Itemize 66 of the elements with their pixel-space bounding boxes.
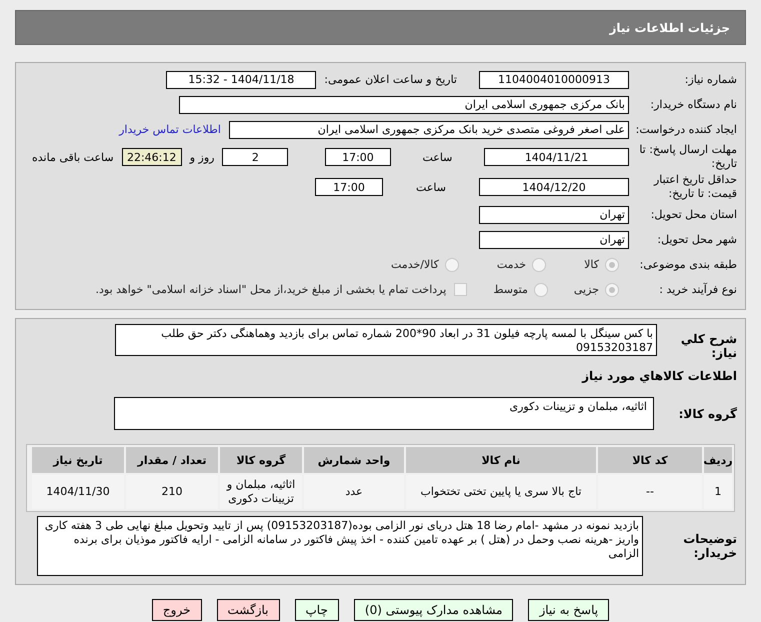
radio-label: متوسط (493, 283, 528, 296)
field-label: مهلت ارسال پاسخ: تا تاریخ: (638, 143, 737, 171)
field-label: روز و (188, 150, 216, 164)
radio-button[interactable] (532, 258, 546, 272)
field-label: شماره نیاز: (684, 72, 737, 86)
field-label: گروه کالا: (678, 406, 737, 420)
table-cell: تاج بالا سری یا پایین تختی تختخواب (406, 475, 596, 509)
location-field[interactable]: تهران (479, 206, 629, 224)
table-cell: 1 (704, 475, 732, 509)
column-header: ردیف (704, 447, 732, 473)
field-label: استان محل تحویل: (650, 208, 737, 222)
action-button[interactable]: خروج (152, 599, 202, 621)
radio-label: خدمت (496, 258, 526, 271)
field-label: تاریخ و ساعت اعلان عمومی: (323, 73, 458, 86)
location-field[interactable]: تهران (479, 230, 629, 248)
buyer-notes-field[interactable]: بازدید نمونه در مشهد -امام رضا 18 هتل دریای نور الزامی بوده(09153203187) پس از تایید وتحویل مبلغ نهایی طی 3 هفته کاری واریز -هرینه نصب وحمل در (هتل ) بر عهده تامین کننده - اخذ پیش فاکتور در سامانه الزامی - ارایه فاکتور موذیان برای برنده الزامی (37, 516, 643, 576)
radio-label: کالا/خدمت (391, 258, 439, 271)
column-header: واحد شمارش (304, 447, 404, 473)
action-button[interactable]: مشاهده مدارک پیوستی (0) (354, 599, 514, 621)
need-number-field[interactable]: 1104004010000913 (479, 70, 629, 88)
checkbox-label: پرداخت تمام یا بخشی از مبلغ خرید،از محل "اسناد خزانه اسلامی" خواهد بود. (96, 283, 446, 296)
field-label: ساعت (415, 180, 447, 194)
field-label: نوع فرآیند خرید : (658, 282, 737, 296)
field-label: شرح کلي نياز: (680, 331, 737, 360)
field-label: حداقل تاریخ اعتبار قیمت: تا تاریخ: (652, 173, 737, 201)
deadline-date-field[interactable]: 1404/11/21 (484, 148, 629, 166)
goods-group-field[interactable]: اثاثیه، مبلمان و تزیینات دکوری (114, 397, 654, 430)
radio-button[interactable] (444, 258, 459, 272)
buyer-contact-link[interactable]: اطلاعات تماس خریدار (119, 123, 229, 136)
column-header: گروه کالا (220, 447, 302, 473)
validity-time-field[interactable]: 17:00 (315, 178, 383, 196)
page-title: جزئیات اطلاعات نیاز (609, 20, 730, 34)
radio-button[interactable] (605, 258, 619, 272)
remaining-time-field: 22:46:12 (122, 148, 182, 166)
field-label: ایجاد کننده درخواست: (634, 122, 737, 136)
section-title: اطلاعات کالاهاي مورد نياز (582, 368, 737, 382)
column-header: تعداد / مقدار (126, 447, 218, 473)
deadline-time-field[interactable]: 17:00 (324, 148, 391, 166)
announce-date-field[interactable]: 1404/11/18 - 15:32 (166, 70, 316, 88)
table-cell: 1404/11/30 (32, 475, 124, 509)
field-label: ساعت (421, 150, 454, 164)
days-field[interactable]: 2 (222, 148, 288, 166)
field-label: ساعت باقی مانده (31, 150, 115, 164)
radio-label: جزیی (574, 283, 599, 296)
field-label: نام دستگاه خریدار: (649, 98, 737, 112)
column-header: تاریخ نیاز (32, 447, 124, 473)
radio-button[interactable] (534, 282, 548, 296)
column-header: نام کالا (406, 447, 596, 473)
field-label: شهر محل تحویل: (656, 232, 737, 246)
field-label: طبقه بندی موضوعی: (638, 258, 737, 272)
table-cell: -- (598, 475, 702, 509)
table-cell: عدد (304, 475, 404, 509)
field-label: توضیحات خریدار: (682, 532, 737, 560)
radio-button[interactable] (605, 282, 619, 296)
radio-label: کالا (584, 258, 599, 271)
table-cell: 210 (126, 475, 218, 509)
buyer-org-field[interactable]: بانک مرکزی جمهوری اسلامی ایران (179, 96, 629, 114)
action-button[interactable]: پاسخ به نیاز (528, 599, 610, 621)
action-button[interactable]: چاپ (294, 599, 339, 621)
column-header: کد کالا (598, 447, 702, 473)
checkbox[interactable] (454, 283, 468, 296)
description-field[interactable]: با کس سینگل با لمسه پارچه فیلون 31 در ابعاد 90*200 شماره تماس برای بازدید وهماهنگی دکتر حق طلب 09153203187 (115, 324, 657, 356)
action-button[interactable]: بازگشت (216, 599, 280, 621)
validity-date-field[interactable]: 1404/12/20 (479, 178, 629, 196)
requester-field[interactable]: علی اصغر فروغی متصدی خرید بانک مرکزی جمهوری اسلامی ایران (229, 120, 629, 138)
table-cell: اثاثیه، مبلمان و تزیینات دکوری (220, 475, 302, 509)
